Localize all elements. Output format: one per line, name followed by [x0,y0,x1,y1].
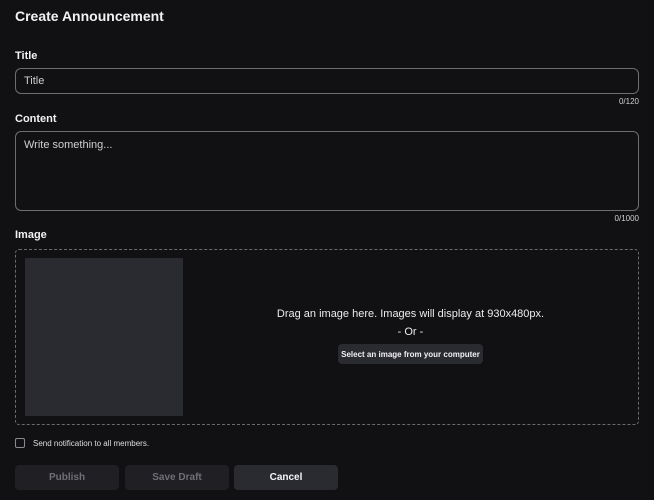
image-preview-placeholder [25,258,183,416]
title-label: Title [15,50,38,62]
content-textarea[interactable] [15,131,639,211]
cancel-button[interactable]: Cancel [234,465,338,490]
content-char-counter: 0/1000 [614,214,639,223]
image-label: Image [15,229,47,241]
dropzone-or-separator: - Or - [397,326,424,338]
content-label: Content [15,113,57,125]
title-char-counter: 0/120 [618,97,639,106]
send-notification-checkbox[interactable] [15,438,25,448]
page-title: Create Announcement [15,8,164,24]
dropzone-instructions: Drag an image here. Images will display … [276,308,545,320]
notification-option[interactable]: Send notification to all members. [15,438,149,448]
create-announcement-page: Create Announcement Title 0/120 Content … [0,0,654,500]
save-draft-button[interactable]: Save Draft [125,465,229,490]
image-dropzone[interactable]: Drag an image here. Images will display … [15,249,639,425]
title-input[interactable] [15,68,639,94]
select-image-button[interactable]: Select an image from your computer [338,344,483,364]
send-notification-label: Send notification to all members. [33,438,150,448]
publish-button[interactable]: Publish [15,465,119,490]
